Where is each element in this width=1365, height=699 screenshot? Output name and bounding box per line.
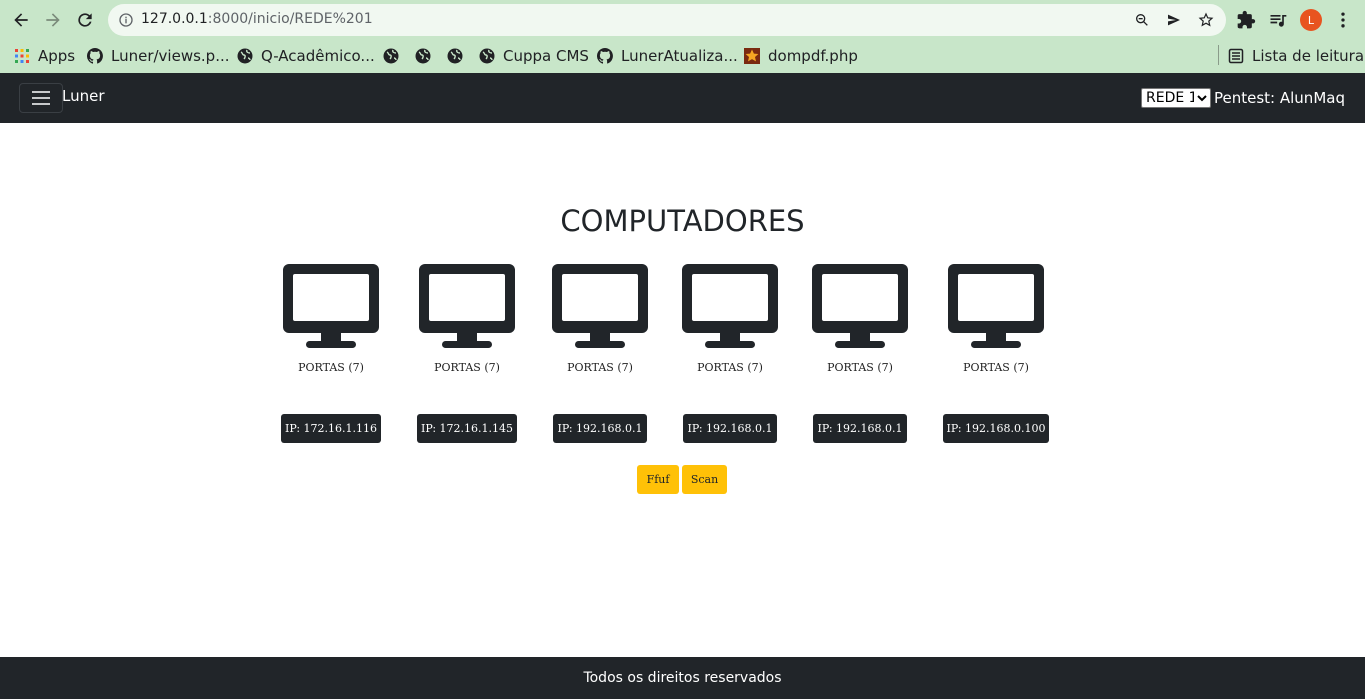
monitor-icon xyxy=(948,264,1044,348)
reading-list[interactable]: Lista de leitura xyxy=(1228,44,1364,68)
monitor-icon xyxy=(283,264,379,348)
menu-toggle-button[interactable] xyxy=(19,83,63,113)
page-title: COMPUTADORES xyxy=(560,204,805,238)
star-bookmark-icon xyxy=(744,48,760,64)
bookmarks-bar: Apps Luner/views.p... Q-Acadêmico... Cup… xyxy=(0,40,1365,73)
pentest-label: Pentest: AlunMaq xyxy=(1214,89,1345,107)
globe-icon xyxy=(237,48,253,64)
ports-count[interactable]: PORTAS (7) xyxy=(545,361,655,374)
reading-list-icon xyxy=(1228,48,1244,64)
ip-button[interactable]: IP: 192.168.0.1 xyxy=(813,414,907,443)
ports-count[interactable]: PORTAS (7) xyxy=(805,361,915,374)
monitor-icon xyxy=(682,264,778,348)
monitor-icon xyxy=(552,264,648,348)
monitor-icon xyxy=(812,264,908,348)
browser-chrome: 127.0.0.1:8000/inicio/REDE%201 L Apps Lu… xyxy=(0,0,1365,73)
bookmark-label: LunerAtualiza... xyxy=(621,47,738,65)
globe-icon xyxy=(479,48,495,64)
reading-list-label: Lista de leitura xyxy=(1252,47,1365,65)
footer-text: Todos os direitos reservados xyxy=(583,670,782,686)
globe-icon xyxy=(383,48,399,64)
ports-count[interactable]: PORTAS (7) xyxy=(941,361,1051,374)
arrow-right-icon xyxy=(46,13,60,27)
arrow-left-icon xyxy=(14,13,28,27)
info-icon[interactable] xyxy=(118,12,134,28)
hamburger-icon xyxy=(32,91,50,105)
scan-button[interactable]: Scan xyxy=(682,465,727,494)
bookmark-luner-views[interactable]: Luner/views.p... xyxy=(87,44,230,68)
ports-count[interactable]: PORTAS (7) xyxy=(276,361,386,374)
zoom-icon[interactable] xyxy=(1134,12,1150,28)
bookmark-label: Apps xyxy=(38,47,76,65)
ip-button[interactable]: IP: 192.168.0.1 xyxy=(553,414,647,443)
globe-icon xyxy=(415,48,431,64)
url-path: :8000/inicio/REDE%201 xyxy=(207,11,373,27)
bookmark-cuppa-cms[interactable]: Cuppa CMS xyxy=(479,44,589,68)
profile-avatar[interactable]: L xyxy=(1300,9,1322,31)
app-navbar: Luner REDE 1 Pentest: AlunMaq xyxy=(0,73,1365,123)
monitor-icon xyxy=(419,264,515,348)
extensions-icon[interactable] xyxy=(1236,10,1256,30)
ffuf-button[interactable]: Ffuf xyxy=(637,465,679,494)
reload-button[interactable] xyxy=(72,8,98,32)
ip-button[interactable]: IP: 172.16.1.116 xyxy=(281,414,381,443)
bookmarks-divider xyxy=(1218,45,1219,65)
apps-grid-icon xyxy=(15,49,29,63)
ports-count[interactable]: PORTAS (7) xyxy=(412,361,522,374)
bookmark-label: Cuppa CMS xyxy=(503,47,589,65)
bookmark-luner-atualiza[interactable]: LunerAtualiza... xyxy=(597,44,738,68)
media-controls-icon[interactable] xyxy=(1268,10,1288,30)
bookmark-q-academico[interactable]: Q-Acadêmico... xyxy=(237,44,375,68)
send-icon[interactable] xyxy=(1166,12,1182,28)
globe-icon xyxy=(447,48,463,64)
bookmark-apps[interactable]: Apps xyxy=(14,44,75,68)
browser-toolbar: 127.0.0.1:8000/inicio/REDE%201 L xyxy=(0,0,1365,40)
footer: Todos os direitos reservados xyxy=(0,657,1365,699)
ip-button[interactable]: IP: 192.168.0.1 xyxy=(683,414,777,443)
bookmark-label: dompdf.php xyxy=(768,47,858,65)
bookmark-label: Luner/views.p... xyxy=(111,47,230,65)
ip-button[interactable]: IP: 172.16.1.145 xyxy=(417,414,517,443)
ports-count[interactable]: PORTAS (7) xyxy=(675,361,785,374)
back-button[interactable] xyxy=(8,8,34,32)
ip-button[interactable]: IP: 192.168.0.100 xyxy=(943,414,1049,443)
bookmark-globe-1[interactable] xyxy=(383,44,407,68)
bookmark-globe-2[interactable] xyxy=(415,44,439,68)
url-text: 127.0.0.1:8000/inicio/REDE%201 xyxy=(141,11,373,27)
github-icon xyxy=(87,48,103,64)
github-icon xyxy=(597,48,613,64)
bookmark-label: Q-Acadêmico... xyxy=(261,47,375,65)
bookmark-star-icon[interactable] xyxy=(1198,12,1214,28)
brand-name[interactable]: Luner xyxy=(62,87,105,105)
kebab-menu-icon[interactable] xyxy=(1333,10,1353,30)
bookmark-dompdf[interactable]: dompdf.php xyxy=(744,44,858,68)
url-host: 127.0.0.1 xyxy=(141,11,208,27)
address-bar[interactable]: 127.0.0.1:8000/inicio/REDE%201 xyxy=(108,4,1226,36)
reload-icon xyxy=(78,13,92,27)
forward-button[interactable] xyxy=(40,8,66,32)
network-select[interactable]: REDE 1 xyxy=(1141,88,1211,108)
bookmark-globe-3[interactable] xyxy=(447,44,471,68)
